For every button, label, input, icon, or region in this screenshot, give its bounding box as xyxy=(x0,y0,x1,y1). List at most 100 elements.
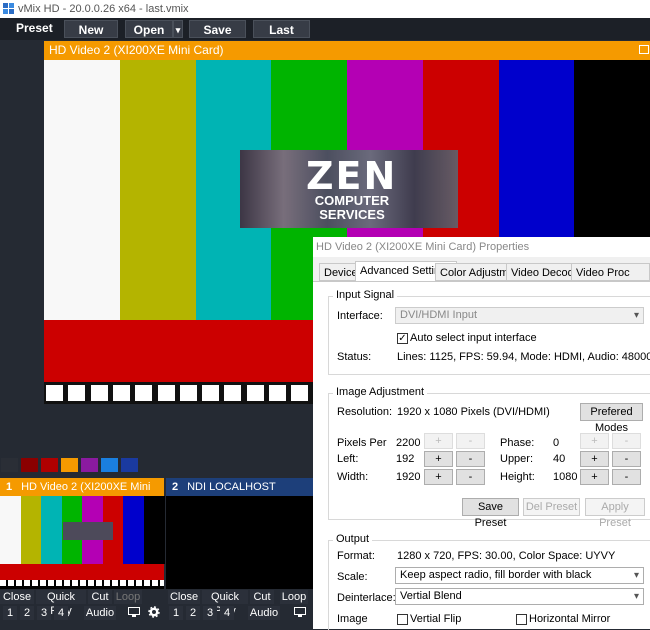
input-2-overlay-1[interactable]: 1 xyxy=(169,606,183,620)
monitor-icon[interactable] xyxy=(294,607,306,618)
apply-preset-button[interactable]: Apply Preset xyxy=(585,498,645,529)
input-signal-group-title: Input Signal xyxy=(333,289,398,301)
save-preset-button[interactable]: Save Preset xyxy=(462,498,519,529)
input-2-overlay-4[interactable]: 4 xyxy=(220,606,234,620)
input-1-logo xyxy=(63,522,113,540)
save-button[interactable]: Save xyxy=(189,20,246,38)
pluge-box xyxy=(179,385,197,401)
left-plus-button[interactable]: + xyxy=(424,451,453,467)
input-2-overlay-3[interactable]: 3 xyxy=(203,606,217,620)
phase-minus-button[interactable]: - xyxy=(612,433,641,449)
preset-label[interactable]: Preset xyxy=(16,21,53,35)
image-label: Image xyxy=(337,613,368,625)
color-bar xyxy=(119,60,196,320)
status-value: Lines: 1125, FPS: 59.94, Mode: HDMI, Aud… xyxy=(397,351,650,363)
input-1-cut-button[interactable]: Cut xyxy=(88,590,112,604)
input-1-close-button[interactable]: Close xyxy=(0,590,34,604)
window-title-bar: vMix HD - 20.0.0.26 x64 - last.vmix xyxy=(0,0,650,18)
pluge-box xyxy=(269,385,286,401)
image-adjustment-group-title: Image Adjustment xyxy=(333,386,428,398)
upper-minus-button[interactable]: - xyxy=(612,451,641,467)
del-preset-button[interactable]: Del Preset xyxy=(523,498,580,516)
input-2-number: 2 xyxy=(171,481,179,493)
monitor-icon[interactable] xyxy=(128,607,140,618)
thumbnail-color-bar xyxy=(20,496,42,564)
color-swatch[interactable] xyxy=(101,458,118,472)
color-swatch[interactable] xyxy=(121,458,138,472)
color-swatch[interactable] xyxy=(41,458,58,472)
auto-select-checkbox[interactable]: ✓ xyxy=(397,333,408,344)
height-plus-button[interactable]: + xyxy=(580,469,609,485)
vertial-flip-label: Vertial Flip xyxy=(410,613,462,625)
height-label: Height: xyxy=(500,471,535,483)
height-minus-button[interactable]: - xyxy=(612,469,641,485)
deinterlace-select[interactable]: Vertial Blend ▾ xyxy=(395,588,644,605)
deinterlace-value: Vertial Blend xyxy=(400,590,462,602)
pixels-per-minus-button[interactable]: - xyxy=(456,433,485,449)
pixels-per-label: Pixels Per xyxy=(337,437,387,449)
thumbnail-color-bar xyxy=(143,496,165,564)
format-value: 1280 x 720, FPS: 30.00, Color Space: UYV… xyxy=(397,550,616,562)
maximize-icon[interactable] xyxy=(639,45,649,54)
prefered-modes-button[interactable]: Prefered Modes xyxy=(580,403,643,434)
input-2-audio-button[interactable]: Audio xyxy=(248,606,280,620)
new-button[interactable]: New xyxy=(64,20,118,38)
scale-select[interactable]: Keep aspect radio, fill border with blac… xyxy=(395,567,644,584)
pluge-box xyxy=(135,385,153,401)
color-swatch[interactable] xyxy=(21,458,38,472)
status-label: Status: xyxy=(337,351,372,363)
input-2-header[interactable]: 2 NDI LOCALHOST (Galaxy S8) xyxy=(166,478,314,511)
input-1-overlay-2[interactable]: 2 xyxy=(20,606,34,620)
input-2-quickplay-button[interactable]: Quick Play xyxy=(202,590,248,617)
height-value: 1080 xyxy=(553,471,578,483)
width-value: 1920 xyxy=(396,471,421,483)
input-1-header[interactable]: 1 HD Video 2 (XI200XE Mini Card) xyxy=(0,478,164,511)
dialog-title: HD Video 2 (XI200XE Mini Card) Propertie… xyxy=(313,237,650,257)
input-2-cut-button[interactable]: Cut xyxy=(250,590,274,604)
scale-value: Keep aspect radio, fill border with blac… xyxy=(400,569,592,581)
pluge-box xyxy=(68,385,86,401)
upper-plus-button[interactable]: + xyxy=(580,451,609,467)
pluge-box xyxy=(90,385,108,401)
last-button[interactable]: Last xyxy=(253,20,310,38)
input-2-overlay-2[interactable]: 2 xyxy=(186,606,200,620)
phase-value: 0 xyxy=(553,437,560,449)
logo-text-zen: ZEN xyxy=(306,154,398,198)
color-swatch[interactable] xyxy=(1,458,18,472)
open-dropdown-icon[interactable]: ▾ xyxy=(173,20,183,38)
color-swatch[interactable] xyxy=(61,458,78,472)
horizontal-mirror-label: Horizontal Mirror xyxy=(529,613,611,625)
phase-label: Phase: xyxy=(500,437,535,449)
pixels-per-plus-button[interactable]: + xyxy=(424,433,453,449)
resolution-label: Resolution: xyxy=(337,406,393,418)
input-1-thumbnail[interactable] xyxy=(0,496,165,589)
preview-title: HD Video 2 (XI200XE Mini Card) xyxy=(49,43,224,57)
width-minus-button[interactable]: - xyxy=(456,469,485,485)
horizontal-mirror-checkbox[interactable] xyxy=(516,614,527,625)
phase-plus-button[interactable]: + xyxy=(580,433,609,449)
input-2-loop-button[interactable]: Loop xyxy=(280,590,308,604)
width-plus-button[interactable]: + xyxy=(424,469,453,485)
color-swatch[interactable] xyxy=(81,458,98,472)
properties-dialog: HD Video 2 (XI200XE Mini Card) Propertie… xyxy=(313,237,650,630)
input-1-loop-button[interactable]: Loop xyxy=(114,590,142,604)
auto-select-label: Auto select input interface xyxy=(410,332,537,344)
interface-select[interactable]: DVI/HDMI Input ▾ xyxy=(395,307,644,324)
input-1-audio-button[interactable]: Audio xyxy=(84,606,116,620)
input-1-overlay-1[interactable]: 1 xyxy=(3,606,17,620)
input-1-number: 1 xyxy=(5,481,13,493)
preview-window-header[interactable]: HD Video 2 (XI200XE Mini Card) xyxy=(44,41,650,60)
tab-video-proc-amp[interactable]: Video Proc Amp xyxy=(571,263,650,297)
input-2-close-button[interactable]: Close xyxy=(168,590,200,604)
open-button[interactable]: Open xyxy=(125,20,173,38)
vmix-logo-icon xyxy=(3,3,14,14)
left-minus-button[interactable]: - xyxy=(456,451,485,467)
gear-icon[interactable] xyxy=(148,606,160,618)
input-2-thumbnail[interactable] xyxy=(166,496,314,589)
input-1-overlay-4[interactable]: 4 xyxy=(54,606,68,620)
input-1-quickplay-button[interactable]: Quick Play xyxy=(36,590,86,617)
vertial-flip-checkbox[interactable] xyxy=(397,614,408,625)
logo-text-company: COMPUTER SERVICES xyxy=(302,194,402,222)
upper-value: 40 xyxy=(553,453,566,465)
input-1-overlay-3[interactable]: 3 xyxy=(37,606,51,620)
